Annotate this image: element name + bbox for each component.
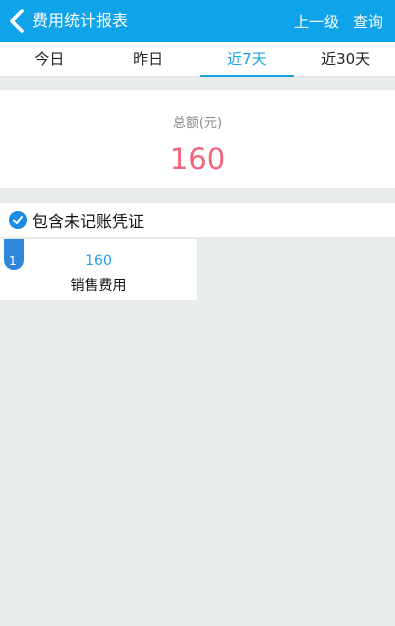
period-tabs: 今日 昨日 近7天 近30天	[0, 42, 395, 77]
check-circle-icon[interactable]	[9, 211, 27, 229]
total-label: 总额(元)	[172, 116, 223, 131]
chevron-left-icon	[6, 8, 28, 34]
top-bar: 费用统计报表 上一级 查询	[0, 0, 395, 42]
include-unposted-label: 包含未记账凭证	[32, 212, 145, 231]
total-value: 160	[169, 142, 226, 176]
total-summary-card: 总额(元) 160	[0, 90, 395, 188]
query-button[interactable]: 查询	[353, 11, 383, 32]
item-name: 销售费用	[70, 278, 127, 294]
expense-item-card[interactable]: 1 160 销售费用	[0, 238, 197, 300]
up-level-button[interactable]: 上一级	[294, 11, 339, 32]
include-unposted-checkbox[interactable]: 包含未记账凭证	[0, 203, 395, 237]
tab-last-30-days[interactable]: 近30天	[296, 42, 395, 76]
back-button[interactable]: 费用统计报表	[6, 0, 128, 42]
page-title: 费用统计报表	[32, 11, 129, 30]
tab-yesterday[interactable]: 昨日	[99, 42, 198, 76]
tab-today[interactable]: 今日	[0, 42, 99, 76]
tab-last-7-days[interactable]: 近7天	[198, 42, 297, 77]
item-amount: 160	[85, 253, 112, 269]
